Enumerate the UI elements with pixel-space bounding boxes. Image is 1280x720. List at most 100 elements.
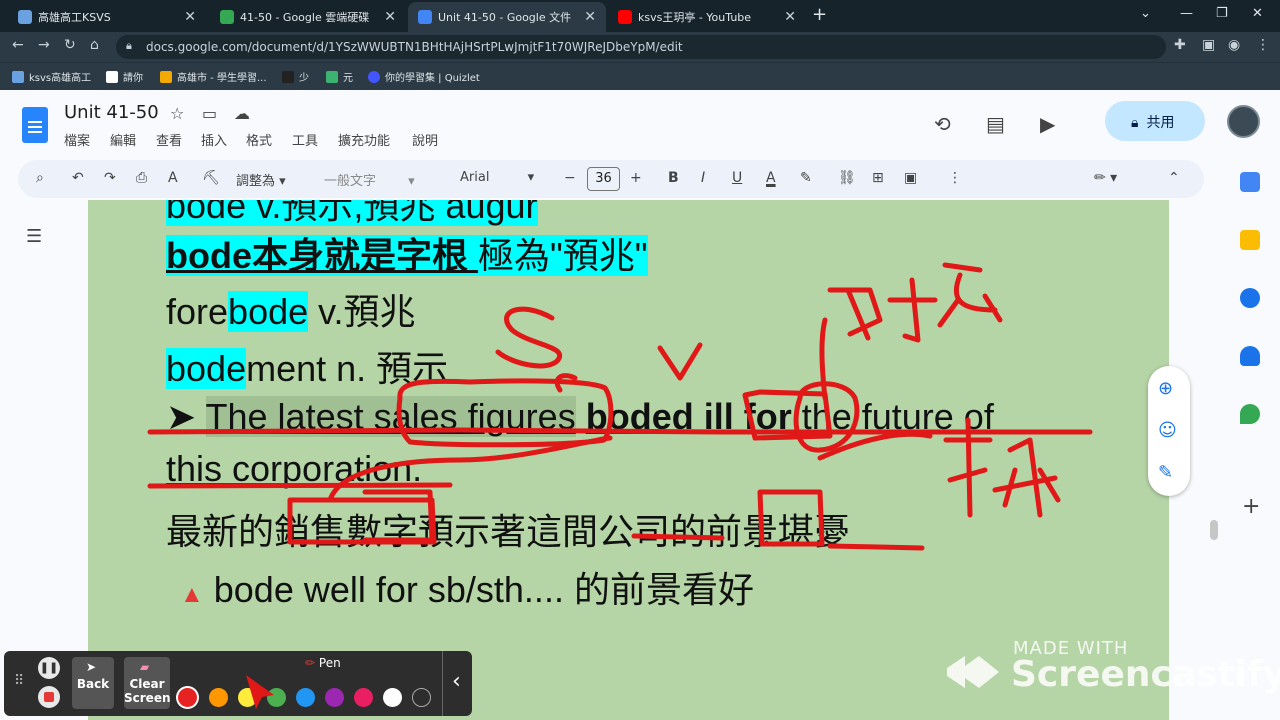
close-icon[interactable]: ✕ [584,9,596,25]
stop-icon[interactable] [38,686,60,708]
text-color-icon[interactable]: A [766,170,776,186]
back-arrow-icon[interactable]: ← [12,37,24,53]
collapse-chevron-icon[interactable]: ‹ [452,669,461,694]
pause-icon[interactable]: ❚❚ [38,657,60,679]
calendar-icon[interactable] [1240,172,1260,192]
increase-font-icon[interactable]: + [630,170,642,186]
add-comment-icon[interactable]: ⊕ [1158,378,1173,399]
comments-icon[interactable]: ▤ [986,112,1005,136]
keep-icon[interactable] [1240,230,1260,250]
italic-icon[interactable]: I [701,170,705,186]
bookmark-item[interactable]: 你的學習集 | Quizlet [368,69,480,84]
forward-arrow-icon[interactable]: → [38,37,50,53]
style-select[interactable]: 一般文字 ▾ [324,170,415,189]
profile-icon[interactable]: ◉ [1228,37,1240,53]
bold-icon[interactable]: B [668,170,679,186]
extensions-icon[interactable]: ✚ [1174,37,1186,53]
pen-cursor-icon [246,675,274,709]
drag-handle-icon[interactable]: ⠿ [14,673,24,689]
color-red-swatch[interactable] [178,688,197,707]
contacts-icon[interactable] [1240,346,1260,366]
tab-docs[interactable]: Unit 41-50 - Google 文件 ✕ [408,2,606,32]
bookmark-item[interactable]: 元 [326,69,353,84]
back-tool-button[interactable]: ➤ Back [72,657,114,709]
close-window-icon[interactable]: ✕ [1252,6,1263,21]
zoom-select[interactable]: 調整為 ▾ [236,170,286,189]
underline-icon[interactable]: U [732,170,742,186]
menu-extensions[interactable]: 擴充功能 [338,130,390,149]
highlight-icon[interactable]: ✎ [800,170,812,186]
decrease-font-icon[interactable]: − [564,170,576,186]
close-icon[interactable]: ✕ [184,9,196,25]
menu-file[interactable]: 檔案 [64,130,90,149]
font-select[interactable]: Arial ▾ [460,170,534,185]
link-icon[interactable]: ⛓ [838,170,856,186]
search-icon[interactable]: ⌕ [36,170,44,186]
scrollbar[interactable] [1210,520,1218,540]
line-4-d: the future of [791,396,994,437]
print-icon[interactable]: ⎙ [136,170,147,186]
docs-logo-icon[interactable] [22,107,48,143]
maximize-icon[interactable]: ❐ [1216,6,1228,21]
color-pink-swatch[interactable] [354,688,373,707]
star-icon[interactable]: ☆ [170,104,184,123]
color-black-swatch[interactable] [412,688,431,707]
bookmark-item[interactable]: 請你 [106,69,143,84]
menu-view[interactable]: 查看 [156,130,182,149]
move-folder-icon[interactable]: ▭ [202,104,217,123]
color-white-swatch[interactable] [383,688,402,707]
menu-help[interactable]: 說明 [412,130,438,149]
line-0: bode v.預示,預兆 augur [166,200,538,226]
close-icon[interactable]: ✕ [784,9,796,25]
menu-insert[interactable]: 插入 [201,130,227,149]
bookmark-item[interactable]: ksvs高雄高工 [12,69,91,84]
spellcheck-icon[interactable]: A [168,170,178,186]
home-icon[interactable]: ⌂ [90,37,99,53]
url-field[interactable]: docs.google.com/document/d/1YSzWWUBTN1BH… [116,35,1166,59]
tab-drive[interactable]: 41-50 - Google 雲端硬碟 ✕ [210,2,406,32]
document-title[interactable]: Unit 41-50 [64,102,159,123]
menu-tools[interactable]: 工具 [292,130,318,149]
bookmark-item[interactable]: 少 [282,69,309,84]
clear-screen-button[interactable]: ▰ Clear Screen [124,657,171,709]
insert-image-icon[interactable]: ▣ [904,170,917,186]
color-purple-swatch[interactable] [325,688,344,707]
color-orange-swatch[interactable] [209,688,228,707]
tasks-icon[interactable] [1240,288,1260,308]
editing-mode-icon[interactable]: ✏ ▾ [1094,170,1117,186]
outline-icon[interactable]: ☰ [26,226,42,247]
cloud-status-icon[interactable]: ☁ [234,104,250,123]
menu-format[interactable]: 格式 [246,130,272,149]
more-options-icon[interactable]: ⋮ [948,170,962,186]
tab-ksvs[interactable]: 高雄高工KSVS ✕ [8,2,206,32]
redo-icon[interactable]: ↷ [104,170,116,186]
undo-icon[interactable]: ↶ [72,170,84,186]
close-icon[interactable]: ✕ [384,9,396,25]
reload-icon[interactable]: ↻ [64,37,76,53]
menu-dots-icon[interactable]: ⋮ [1256,37,1270,53]
get-addons-icon[interactable]: + [1242,494,1260,519]
suggest-edits-icon[interactable]: ✎ [1158,462,1173,483]
maps-icon[interactable] [1240,404,1260,424]
sidepanel-icon[interactable]: ▣ [1202,37,1215,53]
lock-icon[interactable]: 🔒︎ [126,39,132,53]
tab-search-icon[interactable]: ⌄ [1140,6,1151,21]
add-comment-icon[interactable]: ⊞ [872,170,884,186]
tab-title: 41-50 - Google 雲端硬碟 [240,11,370,24]
menu-edit[interactable]: 編輯 [110,130,136,149]
document-page[interactable]: bode v.預示,預兆 augur bode本身就是字根 極為"預兆" for… [88,200,1169,720]
minimize-icon[interactable]: — [1180,6,1193,21]
tab-youtube[interactable]: ksvs王玥亭 - YouTube ✕ [608,2,806,32]
version-history-icon[interactable]: ⟲ [934,112,951,136]
font-size-input[interactable]: 36 [587,167,620,191]
new-tab-button[interactable]: + [812,4,827,25]
share-button[interactable]: 🔒︎ 共用 [1105,101,1205,141]
emoji-reaction-icon[interactable]: ☺ [1158,420,1177,441]
avatar[interactable] [1227,105,1260,138]
color-blue-swatch[interactable] [296,688,315,707]
paint-format-icon[interactable]: ⛏ [202,170,220,186]
collapse-menus-icon[interactable]: ⌃ [1168,170,1180,186]
meet-video-icon[interactable]: ▶ [1040,112,1055,136]
bookmark-item[interactable]: 高雄市 - 學生學習... [160,69,267,84]
quizlet-icon [368,70,380,83]
